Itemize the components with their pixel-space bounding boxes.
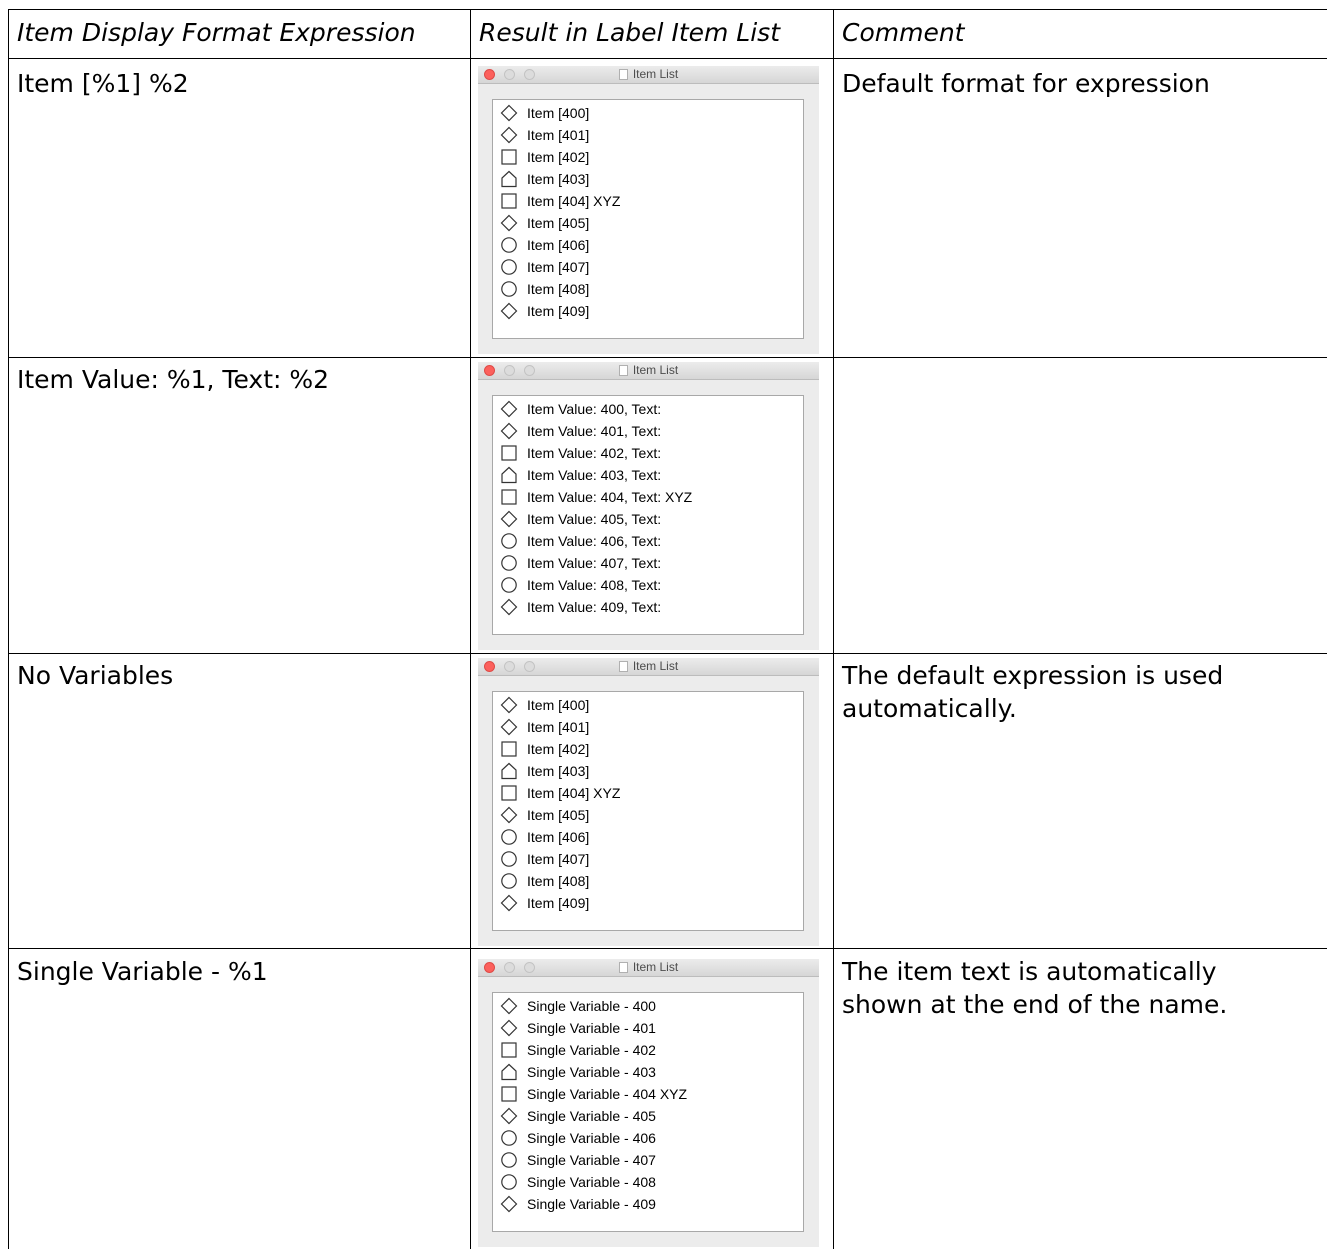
list-item-label: Item Value: 402, Text: [527, 445, 662, 461]
list-item-label: Item [400] [527, 105, 590, 121]
list-item-label: Item [407] [527, 851, 590, 867]
window-title-text: Item List [632, 659, 679, 673]
list-item-label: Item [403] [527, 171, 590, 187]
label-item-list[interactable]: Item Value: 400, Text: Item Value: 401, T… [492, 395, 804, 635]
list-item-label: Item [408] [527, 873, 590, 889]
item-list-window: Item List Item [400] Item [401] Item [402] I… [478, 658, 819, 946]
list-item-label: Item [409] [527, 303, 590, 319]
format-table: Item Display Format Expression Result in… [0, 0, 1327, 1249]
list-item-label: Item [406] [527, 829, 590, 845]
document-icon [618, 962, 628, 973]
label-item-list[interactable]: Item [400] Item [401] Item [402] Item [403]… [492, 99, 804, 339]
comment-cell: The default expression is used [842, 661, 1224, 690]
list-item-label: Single Variable - 409 [527, 1196, 656, 1212]
list-item-label: Item [404] XYZ [527, 785, 621, 801]
header-expression: Item Display Format Expression [17, 18, 416, 47]
expression-cell: No Variables [17, 661, 174, 690]
item-list-window: Item List Item Value: 400, Text: Item Valu… [478, 362, 819, 650]
label-item-list[interactable]: Single Variable - 400 Single Variable - 4… [492, 992, 804, 1232]
col-border [470, 9, 471, 1249]
window-title-text: Item List [632, 67, 679, 81]
list-item-label: Item [401] [527, 127, 590, 143]
list-item-label: Item Value: 404, Text: XYZ [527, 489, 693, 505]
list-item-label: Single Variable - 403 [527, 1064, 656, 1080]
list-item-label: Single Variable - 408 [527, 1174, 656, 1190]
list-item-label: Item [403] [527, 763, 590, 779]
list-item-label: Single Variable - 400 [527, 998, 656, 1014]
window-titlebar: Item List [478, 959, 819, 977]
list-item-label: Item [405] [527, 215, 590, 231]
list-item-label: Single Variable - 407 [527, 1152, 656, 1168]
row-divider [8, 653, 1327, 654]
header-divider [8, 58, 1327, 59]
list-item-label: Single Variable - 404 XYZ [527, 1086, 688, 1102]
list-item-label: Item Value: 401, Text: [527, 423, 662, 439]
list-item-label: Item Value: 403, Text: [527, 467, 662, 483]
document-icon [618, 69, 628, 80]
list-item-label: Item Value: 407, Text: [527, 555, 662, 571]
col-border [833, 9, 834, 1249]
comment-cell: Default format for expression [842, 69, 1210, 98]
list-item-label: Single Variable - 401 [527, 1020, 656, 1036]
row-divider [8, 357, 1327, 358]
expression-cell: Item [%1] %2 [17, 69, 189, 98]
list-item-label: Item [409] [527, 895, 590, 911]
window-title: Item List [478, 960, 819, 974]
header-result: Result in Label Item List [479, 18, 781, 47]
list-item-label: Item [401] [527, 719, 590, 735]
window-title: Item List [478, 363, 819, 377]
list-item-label: Item Value: 408, Text: [527, 577, 662, 593]
document-icon [618, 661, 628, 672]
list-item-label: Item [402] [527, 741, 590, 757]
window-titlebar: Item List [478, 66, 819, 84]
list-item-label: Item [400] [527, 697, 590, 713]
list-item-label: Item Value: 406, Text: [527, 533, 662, 549]
list-item-label: Single Variable - 406 [527, 1130, 656, 1146]
list-item-label: Single Variable - 402 [527, 1042, 656, 1058]
list-item-label: Item [408] [527, 281, 590, 297]
item-list-window: Item List Single Variable - 400 Single Var… [478, 959, 819, 1247]
document-icon [618, 365, 628, 376]
window-title-text: Item List [632, 363, 679, 377]
list-item-label: Item Value: 409, Text: [527, 599, 662, 615]
list-item-label: Item Value: 405, Text: [527, 511, 662, 527]
table-top-border [8, 9, 1327, 10]
expression-cell: Single Variable - %1 [17, 957, 268, 986]
item-list-window: Item List Item [400] Item [401] Item [402] I… [478, 66, 819, 354]
label-item-list[interactable]: Item [400] Item [401] Item [402] Item [403]… [492, 691, 804, 931]
list-item-label: Item [404] XYZ [527, 193, 621, 209]
comment-cell: shown at the end of the name. [842, 990, 1228, 1019]
window-titlebar: Item List [478, 658, 819, 676]
comment-cell: automatically. [842, 694, 1017, 723]
expression-cell: Item Value: %1, Text: %2 [17, 365, 330, 394]
list-item-label: Item [406] [527, 237, 590, 253]
header-comment: Comment [842, 18, 965, 47]
list-item-label: Item [407] [527, 259, 590, 275]
list-item-label: Item [405] [527, 807, 590, 823]
window-title-text: Item List [632, 960, 679, 974]
window-title: Item List [478, 67, 819, 81]
row-divider [8, 948, 1327, 949]
list-item-label: Item Value: 400, Text: [527, 401, 662, 417]
list-item-label: Item [402] [527, 149, 590, 165]
window-titlebar: Item List [478, 362, 819, 380]
window-title: Item List [478, 659, 819, 673]
col-border-left [8, 9, 9, 1249]
list-item-label: Single Variable - 405 [527, 1108, 656, 1124]
comment-cell: The item text is automatically [842, 957, 1217, 986]
